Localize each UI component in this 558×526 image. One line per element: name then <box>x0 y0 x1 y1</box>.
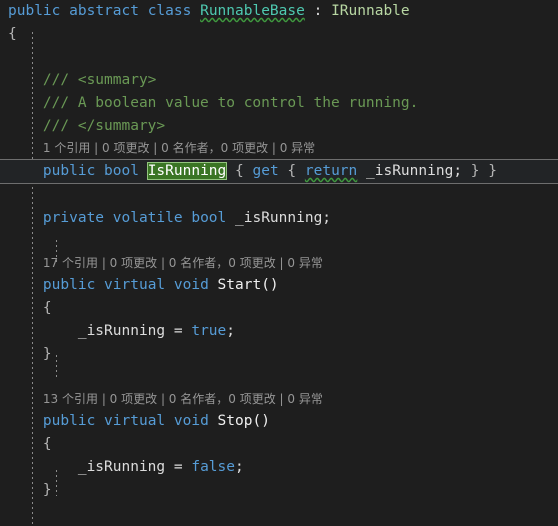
code-lines[interactable]: public abstract class RunnableBase : IRu… <box>0 0 558 526</box>
assignment-target[interactable]: _isRunning = <box>78 323 192 339</box>
codelens-text[interactable]: 13 个引用 | 0 项更改 | 0 名作者，0 项更改 | 0 异常 <box>43 392 323 406</box>
code-line-method-stop-signature[interactable]: public virtual void Stop() <box>0 410 558 433</box>
inner-close-brace-token: } <box>470 163 480 179</box>
keyword-public: public <box>42 163 96 179</box>
code-line-method-start-close-brace[interactable]: } <box>0 343 558 366</box>
keyword-private: private <box>42 210 105 226</box>
open-brace-token: { <box>42 300 52 316</box>
code-line-field-isrunning[interactable]: private volatile bool _isRunning; <box>0 207 558 230</box>
codelens-text[interactable]: 17 个引用 | 0 项更改 | 0 名作者，0 项更改 | 0 异常 <box>43 256 323 270</box>
outer-close-brace-token: } <box>488 163 497 179</box>
inner-open-brace-token: { <box>287 163 297 179</box>
keyword-public: public <box>42 277 96 293</box>
method-name-stop[interactable]: Stop() <box>218 413 270 429</box>
keyword-public: public <box>42 413 96 429</box>
literal-true: true <box>191 323 227 339</box>
doc-comment-token: /// A boolean value to control the runni… <box>42 95 419 111</box>
keyword-virtual: virtual <box>104 277 166 293</box>
assignment-target[interactable]: _isRunning = <box>78 459 192 475</box>
keyword-void: void <box>173 277 209 293</box>
keyword-abstract: abstract <box>69 3 139 19</box>
code-line-class-open-brace[interactable]: { <box>0 23 558 46</box>
keyword-class: class <box>147 3 192 19</box>
code-line-doc-summary-open[interactable]: /// <summary> <box>0 69 558 92</box>
open-brace-token: { <box>235 163 244 179</box>
literal-false: false <box>191 459 235 475</box>
open-brace-token: { <box>8 26 17 42</box>
code-line-blank-5[interactable] <box>0 502 558 525</box>
codelens-text[interactable]: 1 个引用 | 0 项更改 | 0 名作者，0 项更改 | 0 异常 <box>43 141 315 155</box>
field-reference-token[interactable]: _isRunning; <box>366 163 462 179</box>
codelens-row-start[interactable]: 17 个引用 | 0 项更改 | 0 名作者，0 项更改 | 0 异常 <box>0 253 558 274</box>
interface-name-token[interactable]: IRunnable <box>331 3 410 19</box>
code-line-method-stop-open-brace[interactable]: { <box>0 433 558 456</box>
code-line-class-declaration[interactable]: public abstract class RunnableBase : IRu… <box>0 0 558 23</box>
keyword-get: get <box>252 163 279 179</box>
code-line-doc-summary-close[interactable]: /// </summary> <box>0 115 558 138</box>
codelens-row-isrunning[interactable]: 1 个引用 | 0 项更改 | 0 名作者，0 项更改 | 0 异常 <box>0 138 558 159</box>
codelens-row-stop[interactable]: 13 个引用 | 0 项更改 | 0 名作者，0 项更改 | 0 异常 <box>0 389 558 410</box>
code-line-method-start-signature[interactable]: public virtual void Start() <box>0 274 558 297</box>
highlighted-symbol-isrunning[interactable]: IsRunning <box>146 162 228 180</box>
semicolon-token: ; <box>226 323 235 339</box>
code-line-method-start-body[interactable]: _isRunning = true; <box>0 320 558 343</box>
code-line-blank-2[interactable] <box>0 184 558 207</box>
code-editor[interactable]: public abstract class RunnableBase : IRu… <box>0 0 558 526</box>
code-line-method-stop-body[interactable]: _isRunning = false; <box>0 456 558 479</box>
keyword-bool: bool <box>104 163 139 179</box>
code-line-doc-summary-text[interactable]: /// A boolean value to control the runni… <box>0 92 558 115</box>
method-name-start[interactable]: Start() <box>218 277 279 293</box>
field-name-token[interactable]: _isRunning; <box>235 210 331 226</box>
keyword-void: void <box>173 413 209 429</box>
keyword-virtual: virtual <box>104 413 166 429</box>
open-brace-token: { <box>42 436 52 452</box>
doc-comment-token: /// <summary> <box>42 72 157 88</box>
code-line-method-start-open-brace[interactable]: { <box>0 297 558 320</box>
colon-token: : <box>313 3 323 19</box>
code-line-property-isrunning[interactable]: public bool IsRunning { get { return _is… <box>0 159 558 184</box>
class-name-token[interactable]: RunnableBase <box>200 3 305 19</box>
keyword-public: public <box>8 3 61 19</box>
close-brace-token: } <box>42 346 52 362</box>
doc-comment-token: /// </summary> <box>42 118 166 134</box>
keyword-return: return <box>304 163 358 179</box>
close-brace-token: } <box>42 482 52 498</box>
keyword-volatile: volatile <box>112 210 183 226</box>
code-line-method-stop-close-brace[interactable]: } <box>0 479 558 502</box>
code-line-blank-3[interactable] <box>0 230 558 253</box>
code-line-blank-1[interactable] <box>0 46 558 69</box>
code-line-blank-4[interactable] <box>0 366 558 389</box>
keyword-bool: bool <box>191 210 227 226</box>
semicolon-token: ; <box>235 459 244 475</box>
